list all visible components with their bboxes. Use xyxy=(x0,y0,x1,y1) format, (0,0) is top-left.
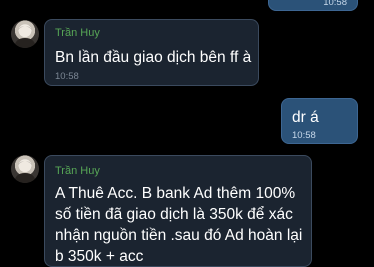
sender-name[interactable]: Trần Huy xyxy=(55,165,100,177)
message-line: số tiền đã giao dịch là 350k để xác xyxy=(55,206,293,223)
message-text: Bn lần đầu giao dịch bên ff à xyxy=(55,49,252,66)
outgoing-message-bubble[interactable]: dr á 10:58 xyxy=(281,98,358,144)
sender-name[interactable]: Trần Huy xyxy=(55,27,100,39)
message-text: dr á xyxy=(292,109,319,126)
incoming-message-bubble[interactable]: Trần Huy Bn lần đầu giao dịch bên ff à 1… xyxy=(44,19,259,86)
sender-avatar[interactable] xyxy=(11,20,39,48)
message-time: 10:58 xyxy=(55,71,79,82)
message-time: 10:58 xyxy=(292,130,316,141)
outgoing-message-bubble[interactable]: 10:58 xyxy=(268,0,358,11)
message-line: A Thuê Acc. B bank Ad thêm 100% xyxy=(55,185,296,202)
incoming-message-bubble[interactable]: Trần Huy A Thuê Acc. B bank Ad thêm 100%… xyxy=(44,155,312,267)
message-time: 10:58 xyxy=(323,0,347,8)
message-line: nhận nguồn tiền .sau đó Ad hoàn lại xyxy=(55,227,303,244)
message-text: A Thuê Acc. B bank Ad thêm 100% số tiền … xyxy=(55,183,315,267)
sender-avatar[interactable] xyxy=(11,155,39,183)
